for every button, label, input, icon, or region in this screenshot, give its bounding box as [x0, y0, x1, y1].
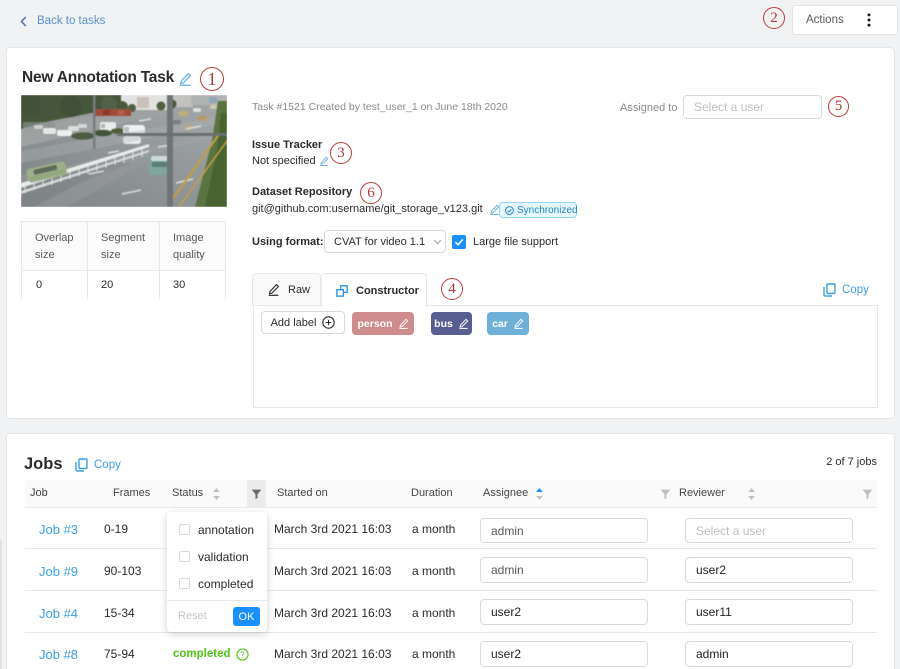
svg-text:?: ? [240, 650, 245, 659]
